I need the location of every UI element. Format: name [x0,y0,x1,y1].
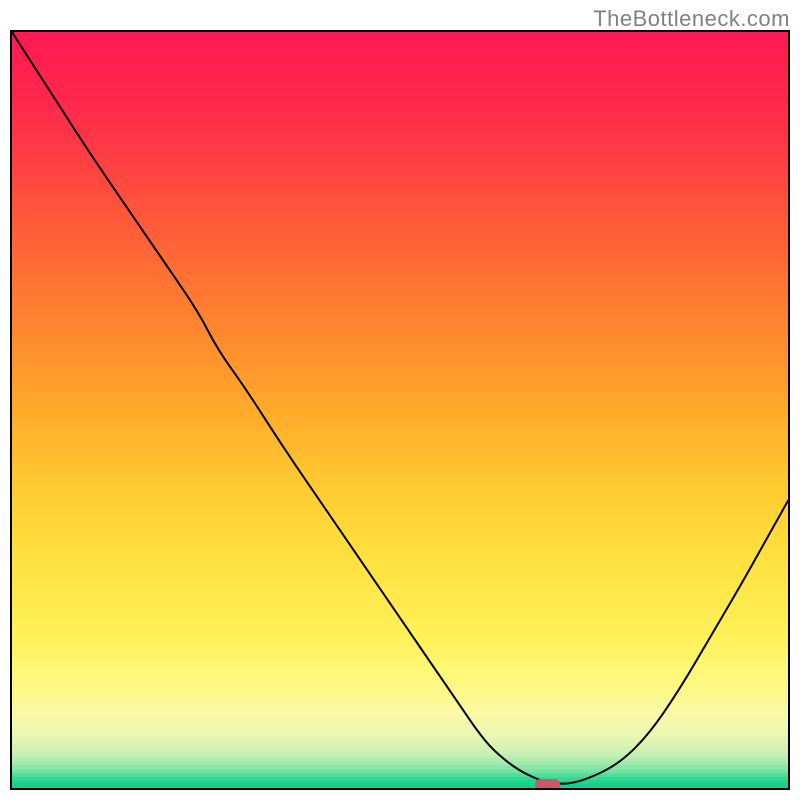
bottleneck-curve [12,32,788,788]
chart-root: TheBottleneck.com [0,0,800,800]
plot-inner [12,32,788,788]
optimal-point-marker [535,779,560,790]
watermark-text: TheBottleneck.com [593,6,790,32]
plot-area [10,30,790,790]
